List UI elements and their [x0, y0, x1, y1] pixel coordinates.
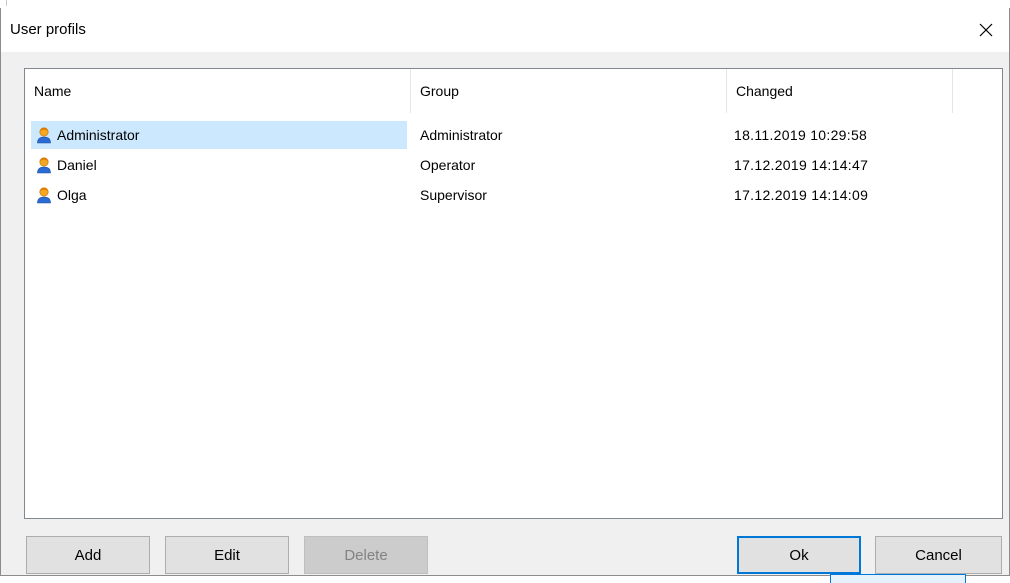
user-icon	[37, 127, 51, 144]
background-window-edge	[6, 0, 17, 6]
cancel-button[interactable]: Cancel	[875, 536, 1002, 574]
column-header-changed[interactable]: Changed	[727, 69, 953, 113]
ok-button[interactable]: Ok	[737, 536, 861, 574]
cell-name: Administrator	[31, 121, 407, 149]
user-list[interactable]: Name Group Changed Administrator Administ…	[24, 68, 1003, 519]
background-window-button	[830, 574, 966, 583]
dialog-title: User profils	[10, 21, 86, 38]
edit-button[interactable]: Edit	[165, 536, 289, 574]
page: User profils Name Group Changed Administ…	[0, 0, 1010, 583]
cell-group: Supervisor	[420, 187, 487, 203]
column-header-group[interactable]: Group	[411, 69, 727, 113]
close-icon	[979, 23, 993, 37]
cell-name: Daniel	[31, 151, 407, 179]
user-name: Administrator	[57, 127, 140, 143]
user-name: Daniel	[57, 157, 97, 173]
cell-group: Operator	[420, 157, 476, 173]
cell-changed: 17.12.2019 14:14:47	[734, 157, 869, 173]
cell-changed: 18.11.2019 10:29:58	[734, 127, 868, 143]
list-header: Name Group Changed	[25, 69, 1002, 113]
title-bar: User profils	[1, 8, 1009, 52]
add-button[interactable]: Add	[26, 536, 150, 574]
delete-button[interactable]: Delete	[304, 536, 428, 574]
user-icon	[37, 157, 51, 174]
cell-name: Olga	[31, 181, 407, 209]
column-header-filler	[953, 69, 1002, 113]
column-header-name[interactable]: Name	[25, 69, 411, 113]
table-row[interactable]: Olga Supervisor 17.12.2019 14:14:09	[25, 181, 1002, 209]
cell-changed: 17.12.2019 14:14:09	[734, 187, 869, 203]
cell-group: Administrator	[420, 127, 503, 143]
user-profiles-dialog: User profils Name Group Changed Administ…	[0, 8, 1010, 576]
user-name: Olga	[57, 187, 87, 203]
close-button[interactable]	[963, 8, 1009, 52]
user-icon	[37, 187, 51, 204]
table-row[interactable]: Daniel Operator 17.12.2019 14:14:47	[25, 151, 1002, 179]
table-row[interactable]: Administrator Administrator 18.11.2019 10:…	[25, 121, 1002, 149]
